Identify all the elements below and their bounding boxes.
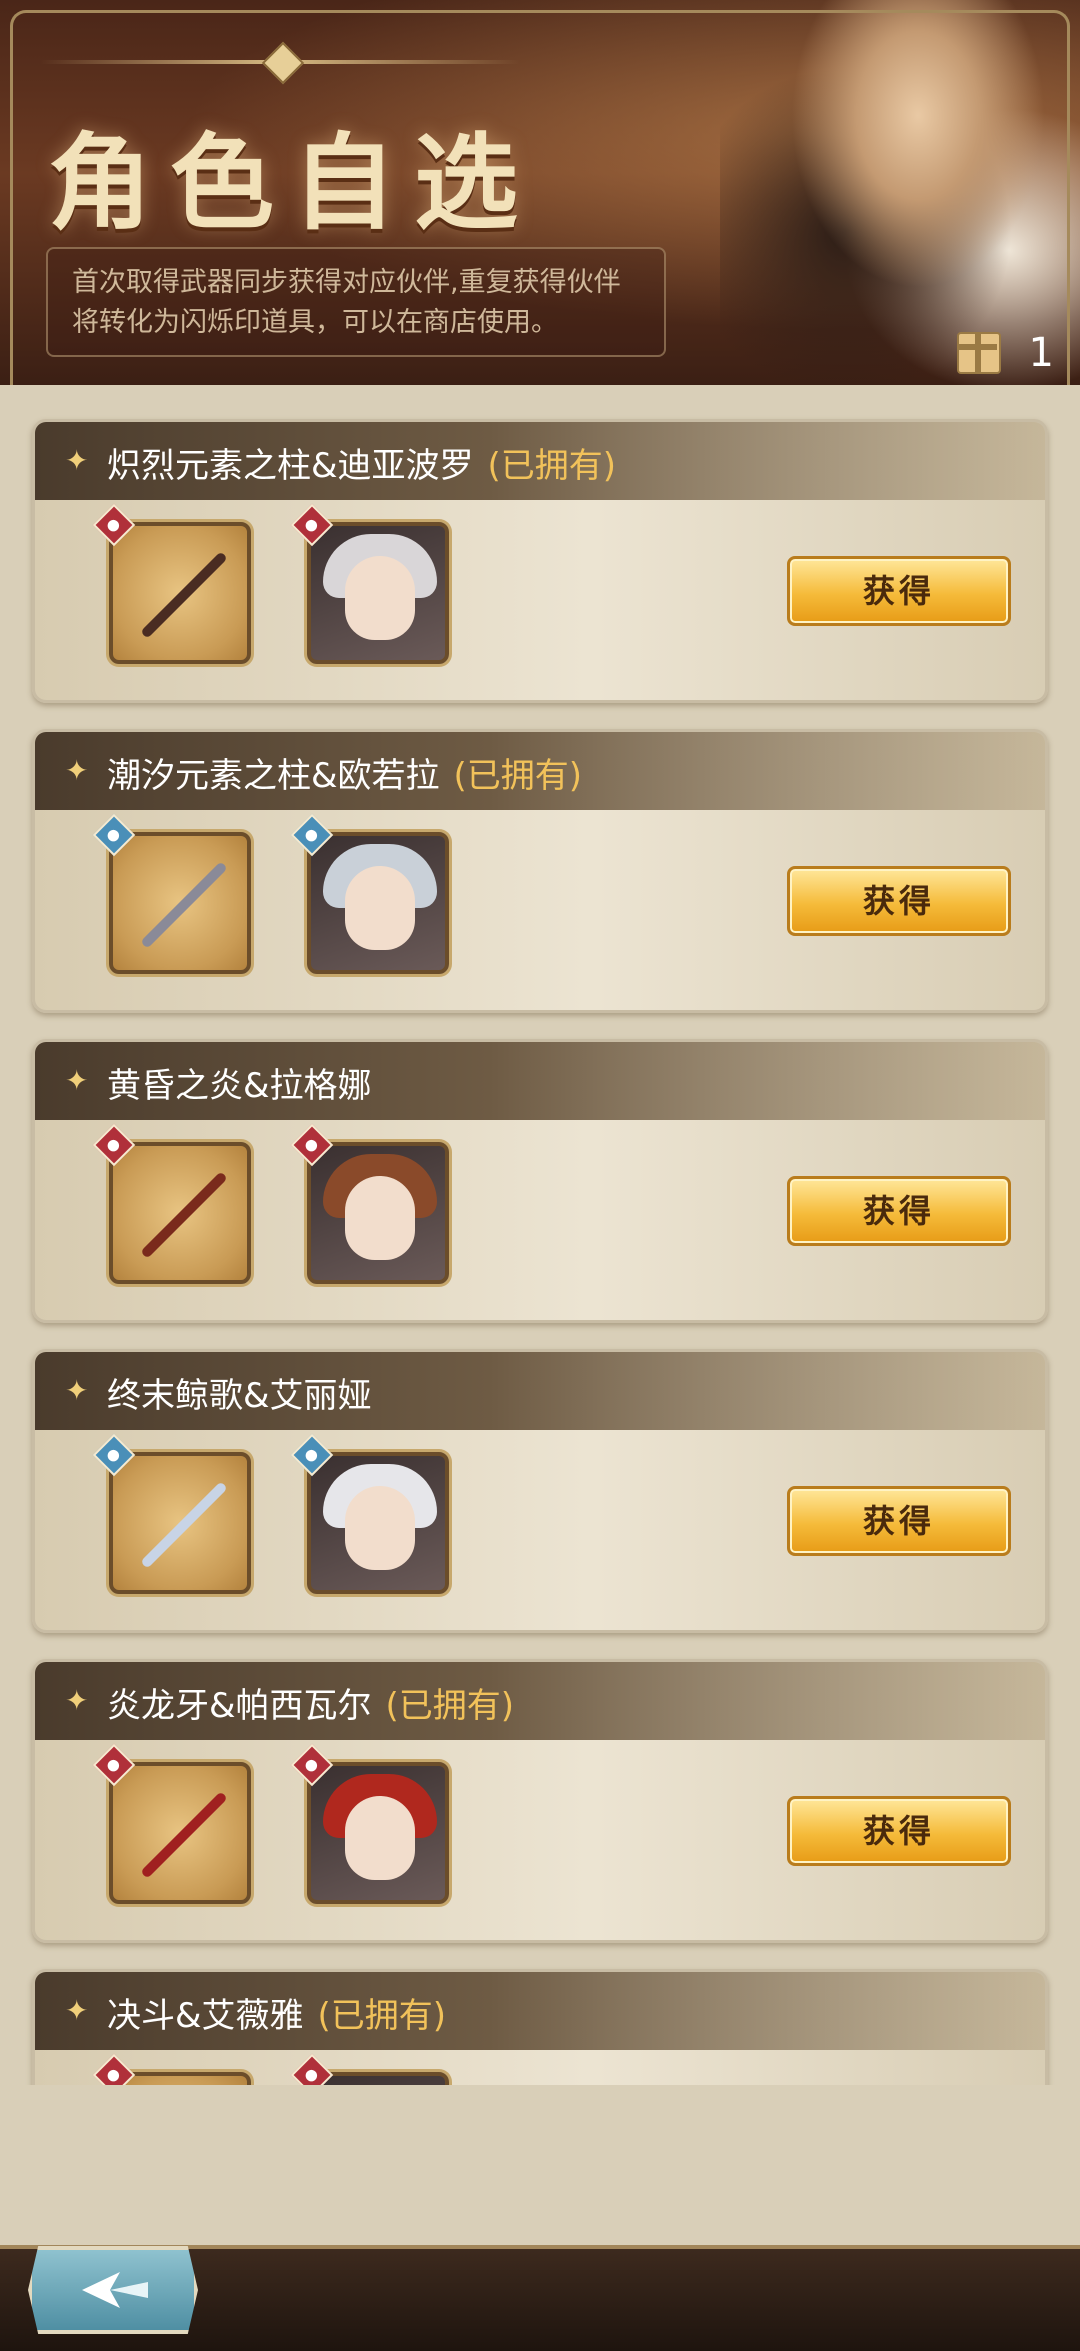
list-item: ✦ 决斗&艾薇雅(已拥有) ● ● 获得 <box>32 1969 1048 2085</box>
owned-tag: (已拥有) <box>487 446 617 486</box>
gift-icon <box>956 332 1001 374</box>
weapon-icon[interactable]: ● <box>92 1433 251 1594</box>
header-note: 首次取得武器同步获得对应伙伴,重复获得伙伴将转化为闪烁印道具，可以在商店使用。 <box>46 247 666 357</box>
star-icon: ✦ <box>65 1374 89 1407</box>
fire-element-icon: ● <box>92 2053 136 2085</box>
card-title: 决斗&艾薇雅 (已拥有) <box>107 1996 447 2036</box>
character-avatar[interactable]: ● <box>290 2053 449 2085</box>
weapon-icon[interactable]: ● <box>92 1743 251 1904</box>
weapon-blade <box>140 861 228 949</box>
character-avatar[interactable]: ● <box>290 1743 449 1904</box>
back-button[interactable] <box>28 2246 198 2334</box>
weapon-icon[interactable]: ● <box>92 503 251 664</box>
fire-element-icon: ● <box>92 1743 136 1787</box>
avatar-face <box>345 556 415 640</box>
water-element-icon: ● <box>290 813 334 857</box>
owned-tag: (已拥有) <box>453 756 583 796</box>
owned-tag: (已拥有) <box>317 1996 447 2036</box>
avatar-face <box>345 1486 415 1570</box>
star-icon: ✦ <box>65 444 89 477</box>
header-banner: 角色自选 首次取得武器同步获得对应伙伴,重复获得伙伴将转化为闪烁印道具，可以在商… <box>0 0 1080 385</box>
fire-element-icon: ● <box>290 503 334 547</box>
fire-element-icon: ● <box>92 503 136 547</box>
star-icon: ✦ <box>65 754 89 787</box>
weapon-blade <box>140 1791 228 1879</box>
list-item: ✦ 炎龙牙&帕西瓦尔 (已拥有) ● ● 获得 <box>32 1659 1048 1943</box>
selection-list[interactable]: ✦ 炽烈元素之柱&迪亚波罗 (已拥有) ● ● 获得 ✦ 潮汐元素之柱&欧若拉 (已… <box>0 385 1080 2085</box>
card-title: 炽烈元素之柱&迪亚波罗 (已拥有) <box>107 446 617 486</box>
get-button[interactable]: 获得 <box>787 1176 1011 1246</box>
avatar-face <box>345 1176 415 1260</box>
water-element-icon: ● <box>290 1433 334 1477</box>
avatar-face <box>345 1796 415 1880</box>
gift-count: 1 <box>1028 330 1054 376</box>
list-item: ✦ 终末鲸歌&艾丽娅 ● ● 获得 <box>32 1349 1048 1633</box>
weapon-icon[interactable]: ● <box>92 2053 251 2085</box>
weapon-blade <box>140 1481 228 1569</box>
list-item: ✦ 炽烈元素之柱&迪亚波罗 (已拥有) ● ● 获得 <box>32 419 1048 703</box>
water-element-icon: ● <box>92 1433 136 1477</box>
card-title: 潮汐元素之柱&欧若拉 (已拥有) <box>107 756 583 796</box>
get-button[interactable]: 获得 <box>787 866 1011 936</box>
list-item: ✦ 黄昏之炎&拉格娜 ● ● 获得 <box>32 1039 1048 1323</box>
star-icon: ✦ <box>65 1994 89 2027</box>
list-item: ✦ 潮汐元素之柱&欧若拉 (已拥有) ● ● 获得 <box>32 729 1048 1013</box>
weapon-blade <box>140 551 228 639</box>
star-icon: ✦ <box>65 1684 89 1717</box>
card-title: 终末鲸歌&艾丽娅 <box>107 1376 372 1416</box>
character-avatar[interactable]: ● <box>290 1123 449 1284</box>
fire-element-icon: ● <box>92 1123 136 1167</box>
page-title: 角色自选 <box>48 121 537 244</box>
star-icon: ✦ <box>65 1064 89 1097</box>
card-title: 炎龙牙&帕西瓦尔 (已拥有) <box>107 1686 515 1726</box>
character-avatar[interactable]: ● <box>290 1433 449 1594</box>
character-avatar[interactable]: ● <box>290 813 449 974</box>
avatar-face <box>345 866 415 950</box>
fire-element-icon: ● <box>290 1123 334 1167</box>
character-avatar[interactable]: ● <box>290 503 449 664</box>
fire-element-icon: ● <box>290 2053 334 2085</box>
weapon-blade <box>140 1171 228 1259</box>
weapon-icon[interactable]: ● <box>92 1123 251 1284</box>
weapon-icon[interactable]: ● <box>92 813 251 974</box>
card-title: 黄昏之炎&拉格娜 <box>107 1066 372 1106</box>
get-button[interactable]: 获得 <box>787 1486 1011 1556</box>
fire-element-icon: ● <box>290 1743 334 1787</box>
get-button[interactable]: 获得 <box>787 556 1011 626</box>
owned-tag: (已拥有) <box>385 1686 515 1726</box>
back-arrow-icon <box>82 2272 148 2308</box>
gift-counter: 1 <box>956 330 1054 376</box>
get-button[interactable]: 获得 <box>787 1796 1011 1866</box>
water-element-icon: ● <box>92 813 136 857</box>
